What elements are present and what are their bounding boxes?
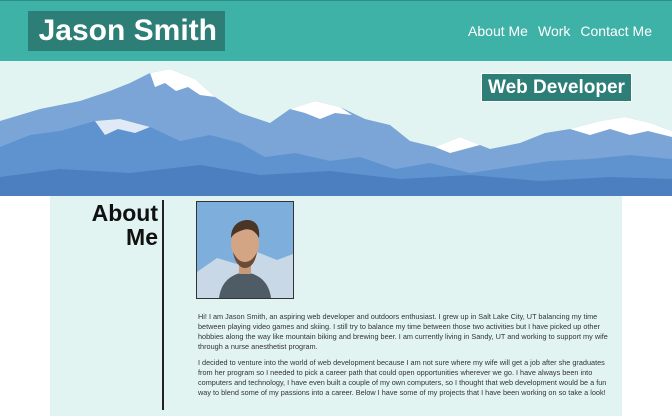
tagline-badge: Web Developer: [481, 73, 632, 102]
about-heading: About Me: [50, 201, 158, 249]
section-divider: [162, 200, 164, 410]
profile-photo-image: [197, 202, 293, 298]
main-nav: About Me Work Contact Me: [468, 22, 652, 40]
nav-link-contact-me[interactable]: Contact Me: [580, 22, 652, 40]
about-paragraph-1: Hi! I am Jason Smith, an aspiring web de…: [198, 312, 608, 351]
nav-link-about-me[interactable]: About Me: [468, 22, 528, 40]
site-header: Jason Smith About Me Work Contact Me: [0, 0, 672, 61]
hero-banner: Web Developer: [0, 61, 672, 196]
about-heading-line1: About: [91, 200, 158, 226]
about-paragraph-2: I decided to venture into the world of w…: [198, 358, 607, 397]
profile-photo: [196, 201, 294, 299]
about-heading-line2: Me: [126, 224, 158, 250]
nav-link-work[interactable]: Work: [538, 22, 570, 40]
site-brand[interactable]: Jason Smith: [28, 11, 225, 51]
about-section: About Me Hi! I am Jason Smith, an aspiri…: [50, 196, 622, 416]
